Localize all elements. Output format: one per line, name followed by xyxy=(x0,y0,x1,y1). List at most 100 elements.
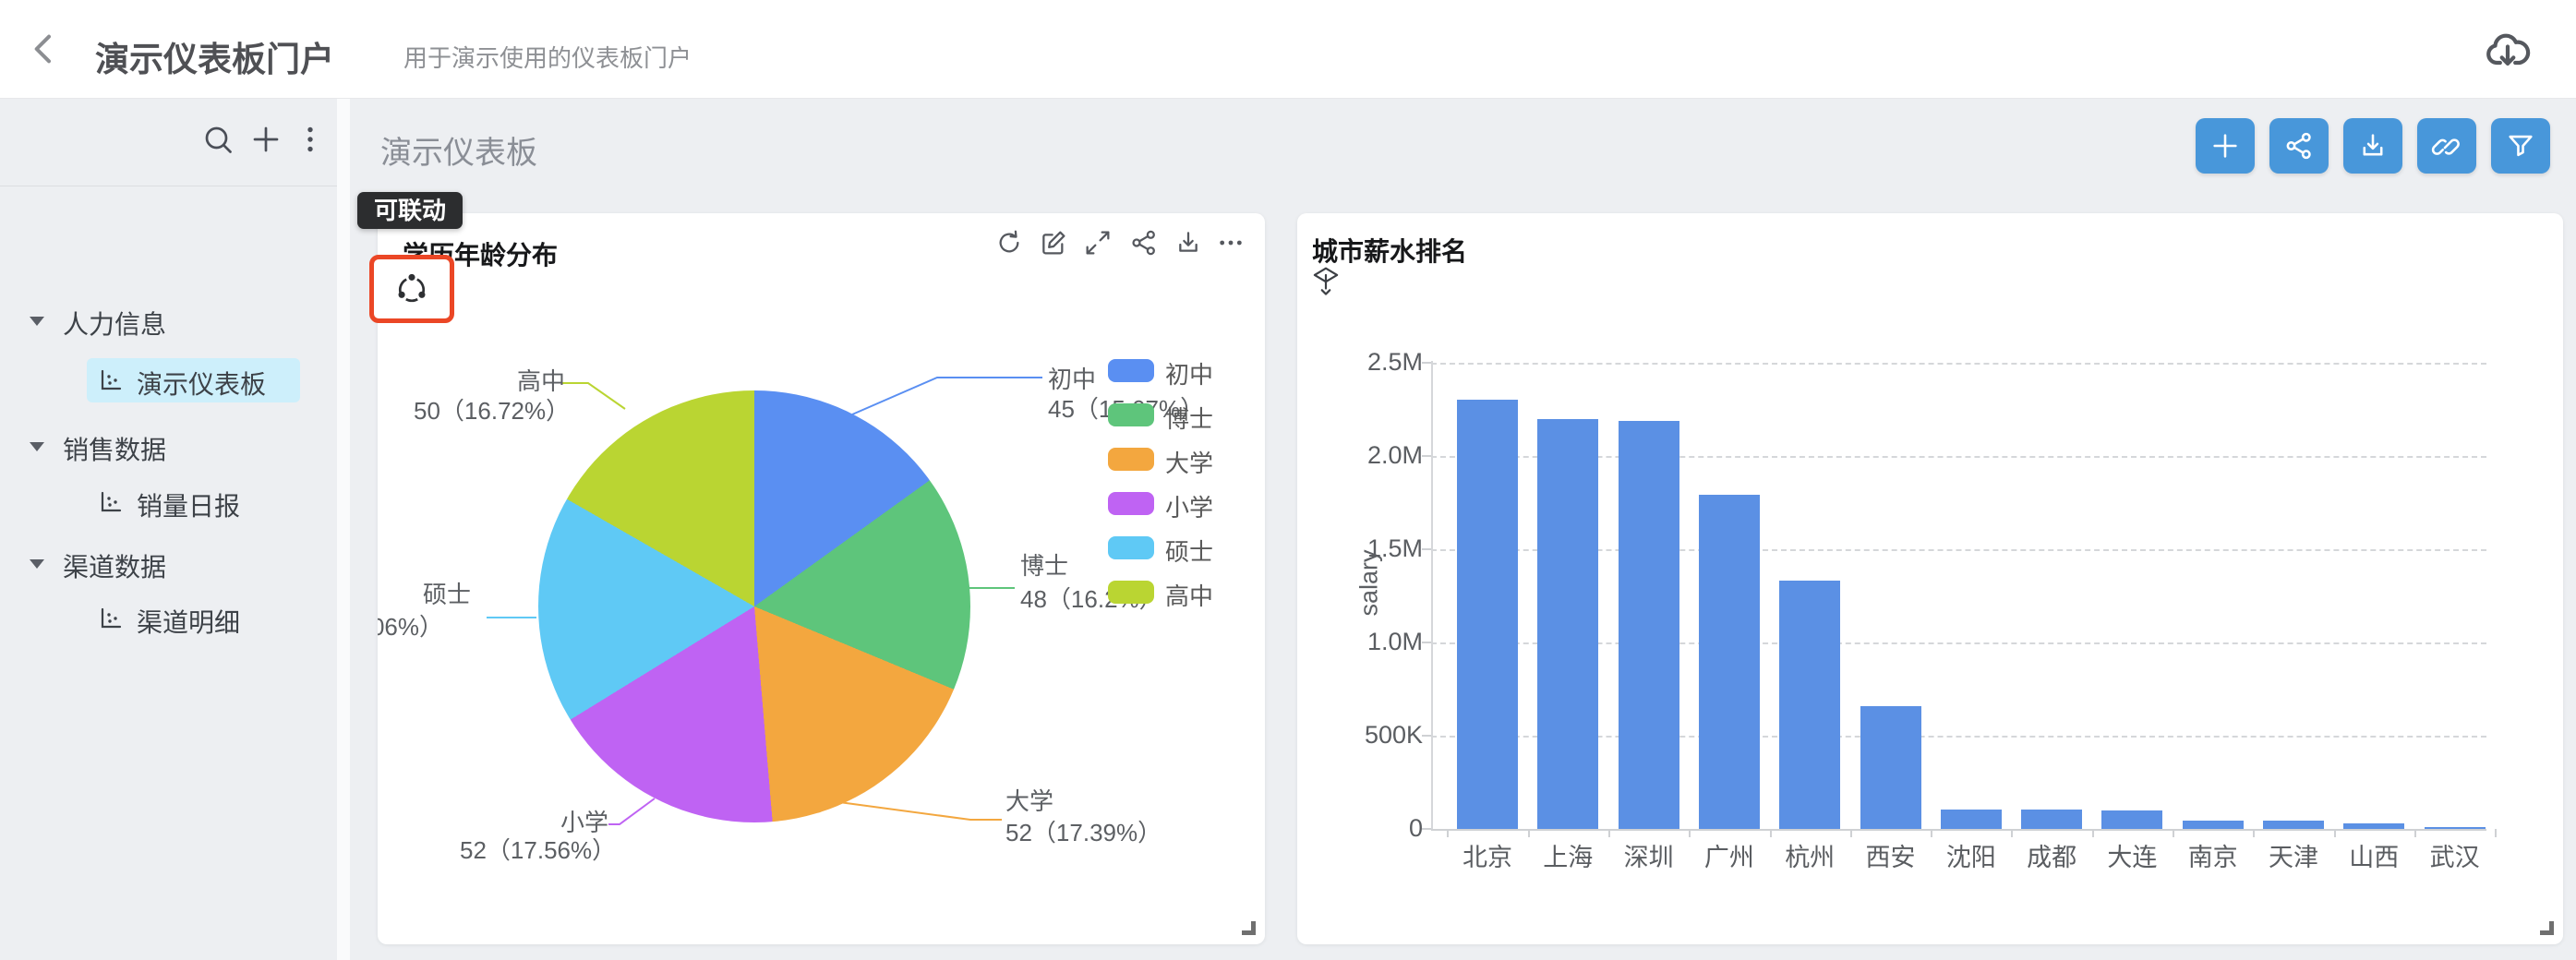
y-tick-label: 2.0M xyxy=(1312,441,1423,470)
x-axis-line xyxy=(1431,829,2486,831)
x-tick xyxy=(2495,829,2497,837)
tree-group-label: 销售数据 xyxy=(63,430,166,467)
legend-label: 初中 xyxy=(1165,356,1213,390)
portal-title: 演示仪表板门户 xyxy=(95,31,334,81)
dashboard-chart-icon xyxy=(99,368,123,392)
legend-label: 硕士 xyxy=(1165,534,1213,568)
legend-swatch xyxy=(1108,448,1154,471)
linkage-highlight-box[interactable] xyxy=(369,255,454,323)
sidebar-divider xyxy=(337,99,350,960)
refresh-icon[interactable] xyxy=(994,228,1026,259)
linkage-tooltip: 可联动 xyxy=(357,192,463,229)
pie-label-value-大学: 52（17.39%） xyxy=(1005,814,1162,848)
x-tick-label: 武汉 xyxy=(2400,837,2510,873)
x-tick xyxy=(1689,829,1691,837)
bar-广州[interactable] xyxy=(1699,495,1760,829)
sidebar: 人力信息演示仪表板销售数据销量日报渠道数据渠道明细 xyxy=(0,99,337,960)
linkage-icon xyxy=(392,270,431,308)
bar-山西[interactable] xyxy=(2343,823,2404,829)
search-icon[interactable] xyxy=(201,123,238,160)
x-tick xyxy=(1447,829,1449,837)
legend-swatch xyxy=(1108,536,1154,559)
bar-西安[interactable] xyxy=(1860,706,1921,829)
download-icon[interactable] xyxy=(1174,228,1205,259)
x-tick xyxy=(2253,829,2255,837)
app-root: 演示仪表板门户 用于演示使用的仪表板门户 人力信息演示仪表板销售数据销量日报渠道… xyxy=(0,0,2576,960)
tree-group-销售数据[interactable]: 销售数据 xyxy=(0,426,337,467)
y-axis-line xyxy=(1431,361,1433,829)
cloud-download-icon[interactable] xyxy=(2482,24,2534,76)
y-tick xyxy=(1422,735,1431,737)
y-tick xyxy=(1422,548,1431,550)
caret-down-icon[interactable] xyxy=(30,559,44,569)
legend-swatch xyxy=(1108,492,1154,515)
legend-swatch xyxy=(1108,403,1154,426)
download-button[interactable] xyxy=(2343,118,2402,174)
caret-down-icon[interactable] xyxy=(30,317,44,326)
bar-天津[interactable] xyxy=(2263,821,2324,829)
tree-group-渠道数据[interactable]: 渠道数据 xyxy=(0,544,337,584)
filter-button[interactable] xyxy=(2491,118,2550,174)
y-tick xyxy=(1422,642,1431,643)
add-button[interactable] xyxy=(2196,118,2255,174)
bar-武汉[interactable] xyxy=(2425,827,2486,829)
portal-header: 演示仪表板门户 用于演示使用的仪表板门户 xyxy=(0,0,2576,99)
portal-subtitle: 用于演示使用的仪表板门户 xyxy=(403,40,692,74)
y-tick xyxy=(1422,455,1431,457)
bar-chart: salary 2.5M2.0M1.5M1.0M500K0北京上海深圳广州杭州西安… xyxy=(1297,213,2563,944)
link-button[interactable] xyxy=(2417,118,2476,174)
bar-成都[interactable] xyxy=(2021,810,2082,829)
caret-down-icon[interactable] xyxy=(30,442,44,451)
legend-label: 博士 xyxy=(1165,401,1213,435)
dashboard-title: 演示仪表板 xyxy=(380,127,537,173)
bar-上海[interactable] xyxy=(1537,419,1598,829)
x-tick xyxy=(1770,829,1772,837)
bar-北京[interactable] xyxy=(1457,400,1518,829)
back-chevron-icon[interactable] xyxy=(26,30,63,67)
bar-杭州[interactable] xyxy=(1779,581,1840,829)
pie-label-value-小学: 52（17.56%） xyxy=(460,832,616,866)
x-tick xyxy=(1528,829,1530,837)
edit-icon[interactable] xyxy=(1039,228,1070,259)
pie-label-name-硕士: 硕士 xyxy=(423,576,471,610)
bar-沈阳[interactable] xyxy=(1941,810,2002,829)
tree-group-label: 人力信息 xyxy=(63,305,166,342)
share-icon[interactable] xyxy=(1129,228,1161,259)
more-icon[interactable] xyxy=(294,123,331,160)
more-h-icon[interactable] xyxy=(1216,228,1247,259)
x-tick xyxy=(1931,829,1932,837)
x-tick xyxy=(2334,829,2336,837)
y-tick-label: 2.5M xyxy=(1312,348,1423,377)
expand-icon[interactable] xyxy=(1083,228,1114,259)
dashboard-chart-icon xyxy=(99,606,123,630)
bar-深圳[interactable] xyxy=(1619,421,1679,829)
legend-swatch xyxy=(1108,359,1154,382)
card-resize-handle[interactable] xyxy=(2540,921,2554,935)
card-resize-handle[interactable] xyxy=(1242,921,1256,935)
tree-item-渠道明细[interactable]: 渠道明细 xyxy=(0,598,337,641)
bar-chart-card: 城市薪水排名 salary 2.5M2.0M1.5M1.0M500K0北京上海深… xyxy=(1297,213,2563,944)
legend-label: 大学 xyxy=(1165,445,1213,479)
pie-chart[interactable] xyxy=(538,390,970,822)
pie-label-name-大学: 大学 xyxy=(1005,783,1053,817)
tree-group-人力信息[interactable]: 人力信息 xyxy=(0,301,337,342)
y-tick-label: 0 xyxy=(1312,814,1423,843)
tree-item-label: 渠道明细 xyxy=(137,603,240,640)
tree-item-label: 销量日报 xyxy=(137,486,240,523)
y-tick xyxy=(1422,362,1431,364)
y-tick xyxy=(1422,828,1431,830)
bar-大连[interactable] xyxy=(2101,810,2162,829)
y-tick-label: 1.0M xyxy=(1312,628,1423,656)
dashboard-chart-icon xyxy=(99,490,123,514)
add-icon[interactable] xyxy=(249,123,286,160)
pie-chart-card: 学历年龄分布 初中45（15.07%）博士48（16.2%）大学52（17.39… xyxy=(378,213,1265,944)
gridline xyxy=(1431,363,2486,365)
x-tick xyxy=(1850,829,1852,837)
tree-item-销量日报[interactable]: 销量日报 xyxy=(0,482,337,524)
pie-label-value-高中: 50（16.72%） xyxy=(414,392,570,426)
pie-label-value-硕士: 51（17.06%） xyxy=(378,608,443,642)
share-button[interactable] xyxy=(2269,118,2329,174)
tree-item-演示仪表板[interactable]: 演示仪表板 xyxy=(0,360,337,402)
bar-南京[interactable] xyxy=(2183,821,2244,829)
dashboard-tree: 人力信息演示仪表板销售数据销量日报渠道数据渠道明细 xyxy=(0,187,337,960)
